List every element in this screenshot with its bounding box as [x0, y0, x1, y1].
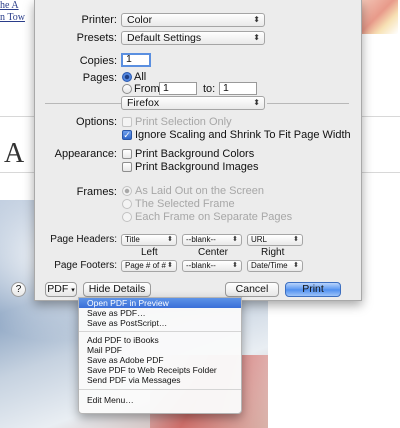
menu-item-edit-menu[interactable]: Edit Menu…: [79, 395, 241, 405]
print-selection-only-checkbox[interactable]: [122, 117, 132, 127]
frames-separate-pages-label: Each Frame on Separate Pages: [135, 211, 293, 223]
footer-center-select[interactable]: --blank-- ⬍: [182, 260, 242, 272]
header-right-value: URL: [251, 235, 268, 244]
pages-to-field[interactable]: 1: [219, 82, 257, 95]
chevron-down-icon: ▾: [71, 287, 75, 294]
pages-from-field[interactable]: 1: [159, 82, 197, 95]
article-link-line-2[interactable]: n Tow: [0, 12, 25, 24]
footer-center-value: --blank--: [186, 261, 216, 270]
copies-label: Copies:: [79, 55, 117, 67]
pages-label: Pages:: [82, 72, 117, 84]
presets-value: Default Settings: [127, 32, 202, 44]
menu-item-save-as-pdf[interactable]: Save as PDF…: [79, 308, 241, 318]
article-link[interactable]: he A n Tow: [0, 0, 25, 24]
pages-range-radio[interactable]: [122, 84, 132, 94]
print-section-select[interactable]: Firefox ⬍: [121, 96, 265, 110]
ignore-scaling-checkbox[interactable]: ✓: [122, 130, 132, 140]
select-arrows-icon: ⬍: [293, 262, 299, 269]
menu-item-add-pdf-to-ibooks[interactable]: Add PDF to iBooks: [79, 335, 241, 345]
options-label: Options:: [76, 116, 117, 128]
cancel-button[interactable]: Cancel: [225, 282, 279, 297]
select-arrows-icon: ⬍: [253, 33, 260, 42]
ignore-scaling-label[interactable]: Ignore Scaling and Shrink To Fit Page Wi…: [135, 129, 351, 141]
footer-right-select[interactable]: Date/Time ⬍: [247, 260, 303, 272]
menu-separator: [79, 331, 241, 332]
select-arrows-icon: ⬍: [293, 236, 299, 243]
frames-selected-radio[interactable]: [122, 199, 132, 209]
column-center-label: Center: [198, 247, 229, 258]
select-arrows-icon: ⬍: [232, 262, 238, 269]
page-footers-label: Page Footers:: [54, 260, 117, 271]
frames-label: Frames:: [76, 186, 117, 198]
menu-item-send-pdf-via-messages[interactable]: Send PDF via Messages: [79, 375, 241, 385]
menu-item-open-pdf-in-preview[interactable]: Open PDF in Preview: [79, 298, 241, 308]
pdf-menu: Open PDF in Preview Save as PDF… Save as…: [78, 297, 242, 414]
select-arrows-icon: ⬍: [253, 98, 260, 107]
print-selection-only-label: Print Selection Only: [135, 116, 232, 128]
pages-to-label: to:: [203, 83, 216, 95]
printer-label: Printer:: [81, 14, 117, 26]
print-background-colors-label[interactable]: Print Background Colors: [135, 148, 254, 160]
header-right-select[interactable]: URL ⬍: [247, 234, 303, 246]
appearance-label: Appearance:: [54, 148, 117, 160]
header-center-value: --blank--: [186, 235, 216, 244]
presets-label: Presets:: [76, 32, 117, 44]
print-section-value: Firefox: [127, 97, 160, 109]
menu-item-save-as-adobe-pdf[interactable]: Save as Adobe PDF: [79, 355, 241, 365]
frames-separate-pages-radio[interactable]: [122, 212, 132, 222]
pages-all-radio[interactable]: [122, 72, 132, 82]
header-center-select[interactable]: --blank-- ⬍: [182, 234, 242, 246]
help-button[interactable]: ?: [11, 282, 26, 297]
print-background-images-label[interactable]: Print Background Images: [135, 161, 259, 173]
menu-separator: [79, 389, 241, 390]
copies-field[interactable]: 1: [121, 53, 151, 67]
footer-left-value: Page # of #: [125, 261, 166, 270]
frames-as-laid-out-label: As Laid Out on the Screen: [135, 185, 265, 197]
frames-selected-label: The Selected Frame: [135, 198, 235, 210]
select-arrows-icon: ⬍: [253, 15, 260, 24]
select-arrows-icon: ⬍: [232, 236, 238, 243]
column-right-label: Right: [261, 247, 285, 258]
menu-item-save-as-postscript[interactable]: Save as PostScript…: [79, 318, 241, 328]
print-background-images-checkbox[interactable]: [122, 162, 132, 172]
footer-left-select[interactable]: Page # of # ⬍: [121, 260, 177, 272]
menu-item-mail-pdf[interactable]: Mail PDF: [79, 345, 241, 355]
section-divider: [45, 103, 121, 104]
article-heading-fragment: A: [4, 138, 25, 169]
presets-select[interactable]: Default Settings ⬍: [121, 31, 265, 45]
header-left-value: Title: [125, 235, 140, 244]
printer-value: Color: [127, 14, 153, 26]
print-dialog: Printer: Color ⬍ Presets: Default Settin…: [11, 0, 362, 301]
menu-item-save-pdf-to-web-receipts[interactable]: Save PDF to Web Receipts Folder: [79, 365, 241, 375]
article-link-line-1[interactable]: he A: [0, 0, 25, 12]
section-divider: [267, 103, 349, 104]
page-headers-label: Page Headers:: [50, 234, 117, 245]
footer-right-value: Date/Time: [251, 261, 288, 270]
pdf-menu-button[interactable]: PDF ▾: [45, 282, 77, 297]
pdf-button-label: PDF: [47, 283, 69, 295]
pages-all-label[interactable]: All: [134, 71, 146, 83]
article-thumbnail[interactable]: [362, 0, 398, 34]
printer-select[interactable]: Color ⬍: [121, 13, 265, 27]
print-background-colors-checkbox[interactable]: [122, 149, 132, 159]
print-button[interactable]: Print: [285, 282, 341, 297]
header-left-select[interactable]: Title ⬍: [121, 234, 177, 246]
select-arrows-icon: ⬍: [167, 236, 173, 243]
hide-details-button[interactable]: Hide Details: [83, 282, 151, 297]
frames-as-laid-out-radio[interactable]: [122, 186, 132, 196]
select-arrows-icon: ⬍: [167, 262, 173, 269]
column-left-label: Left: [141, 247, 158, 258]
